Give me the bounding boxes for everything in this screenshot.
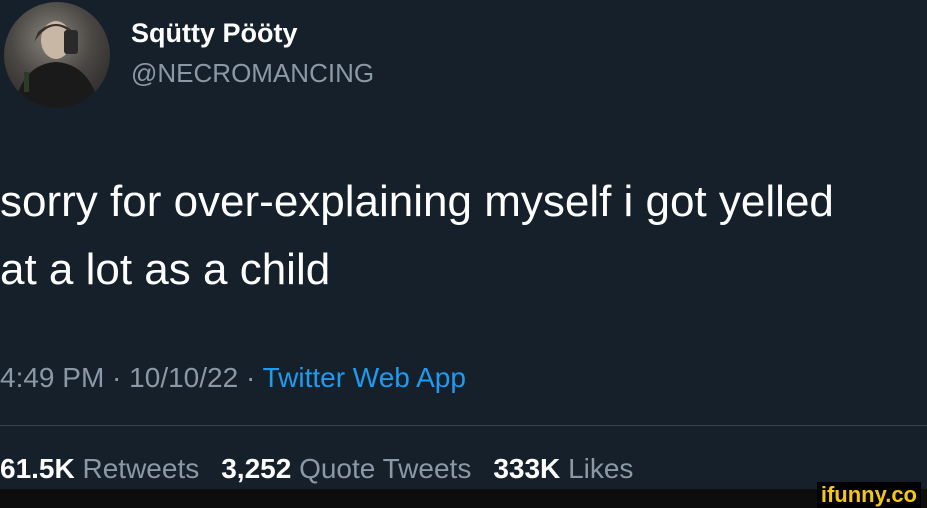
display-name[interactable]: Sqütty Pööty (131, 18, 298, 49)
quote-tweets-label: Quote Tweets (299, 453, 472, 484)
tweet-metadata: 4:49 PM · 10/10/22 · Twitter Web App (0, 362, 466, 394)
likes-stat[interactable]: 333K Likes (493, 453, 633, 484)
tweet-text: sorry for over-explaining myself i got y… (0, 177, 834, 294)
ifunny-watermark: ifunny.co (816, 482, 921, 508)
avatar-photo (14, 21, 100, 108)
retweets-count: 61.5K (0, 453, 75, 484)
meta-separator: · (238, 362, 263, 393)
tweet-date[interactable]: 10/10/22 (129, 362, 238, 393)
divider (0, 425, 927, 426)
retweets-stat[interactable]: 61.5K Retweets (0, 453, 199, 484)
quote-tweets-count: 3,252 (221, 453, 292, 484)
likes-count: 333K (493, 453, 561, 484)
engagement-stats: 61.5K Retweets 3,252 Quote Tweets 333K Lik… (0, 453, 633, 485)
tweet-source-link[interactable]: Twitter Web App (263, 362, 466, 393)
meta-separator: · (104, 362, 130, 393)
retweets-label: Retweets (82, 453, 200, 484)
tweet-time[interactable]: 4:49 PM (0, 362, 104, 393)
quote-tweets-stat[interactable]: 3,252 Quote Tweets (221, 453, 471, 484)
footer-bar (0, 489, 927, 508)
likes-label: Likes (568, 453, 634, 484)
avatar[interactable] (4, 2, 110, 108)
user-handle[interactable]: @NECROMANCING (131, 58, 374, 89)
